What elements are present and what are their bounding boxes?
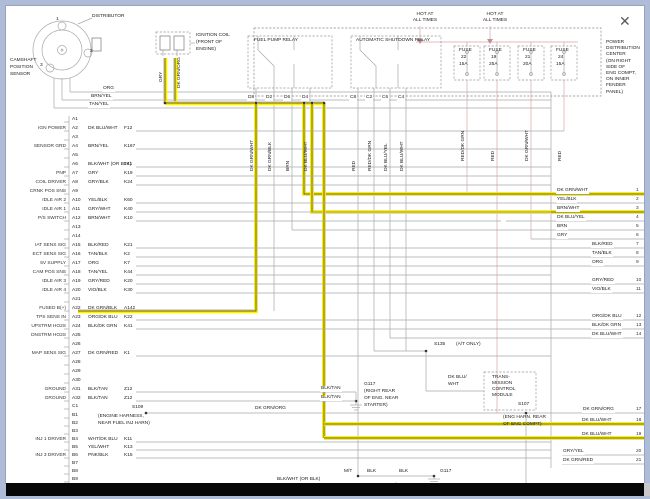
junction-dot xyxy=(525,412,528,415)
junction-dot xyxy=(164,102,167,105)
wire xyxy=(258,50,274,66)
wiring-svg xyxy=(6,6,644,483)
junction-dot xyxy=(323,102,326,105)
highlighted-wire-core xyxy=(304,103,644,194)
highlighted-wire xyxy=(78,103,256,311)
viewer-frame: { "frame": { "close": "✕" }, "distributo… xyxy=(0,0,650,499)
junction-dot xyxy=(433,475,436,478)
junction-dot xyxy=(255,102,258,105)
close-icon[interactable]: ✕ xyxy=(619,14,631,30)
horizontal-scrollbar[interactable] xyxy=(6,483,644,496)
component-box xyxy=(254,28,601,96)
component-box xyxy=(351,36,441,88)
down-arrow-icon xyxy=(417,39,423,44)
junction-dot xyxy=(357,475,360,478)
distributor-circle xyxy=(58,22,66,30)
wire xyxy=(78,18,92,24)
diagram-canvas[interactable]: FUSE2215AFUSE1925AFUSE2120AFUSE2415AA1A2… xyxy=(6,6,644,483)
component-box xyxy=(156,32,190,54)
component-box xyxy=(174,36,184,50)
down-arrow-icon xyxy=(487,39,493,44)
wire xyxy=(360,50,376,66)
distributor-circle xyxy=(61,49,63,51)
highlighted-wire-core xyxy=(78,103,256,311)
scrollbar-corner xyxy=(644,483,650,496)
component-box xyxy=(248,36,332,88)
distributor-circle xyxy=(42,30,82,70)
junction-dot xyxy=(425,350,428,353)
highlighted-wire xyxy=(304,103,644,194)
junction-dot xyxy=(311,102,314,105)
junction-dot xyxy=(303,102,306,105)
distributor-circle xyxy=(58,46,67,55)
component-box xyxy=(484,372,536,410)
junction-dot xyxy=(145,412,148,415)
component-box xyxy=(92,38,101,51)
component-box xyxy=(160,36,170,50)
